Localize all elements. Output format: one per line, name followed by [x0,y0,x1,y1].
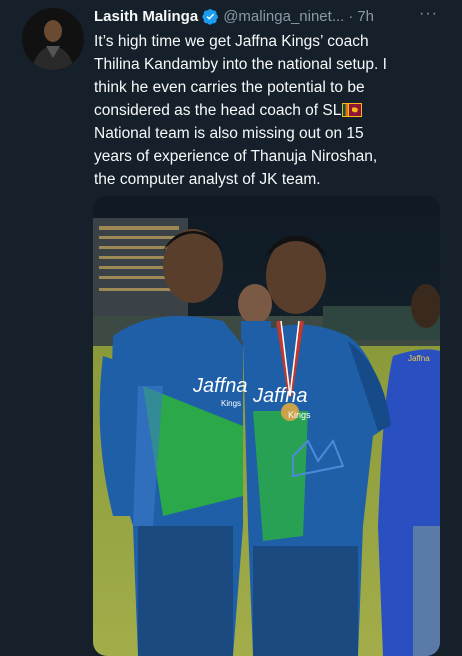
tweet-photo[interactable]: Jaffna Kings Jaffna Kings Jaffna [93,196,440,656]
sri-lanka-flag-icon [342,103,363,117]
author-handle[interactable]: @malinga_ninet... [223,8,344,25]
tweet-line: the computer analyst of JK team. [94,171,321,188]
avatar-image-icon [22,8,84,70]
verified-badge-icon [202,8,219,25]
bg-jersey-text: Jaffna [408,354,430,363]
tweet-line: It’s high time we get Jaffna Kings’ coac… [94,33,369,50]
jersey-text-left: Jaffna [192,375,247,397]
photo-two-men-jaffna-kings-jerseys: Jaffna Kings Jaffna Kings Jaffna [93,196,440,656]
jersey-sub-left: Kings [221,399,241,408]
tweet-header: Lasith Malinga @malinga_ninet... · 7h ··… [94,5,452,27]
tweet-line: Thilina Kandamby into the national setup… [94,56,387,73]
more-options-icon[interactable]: ··· [419,5,438,23]
profile-avatar[interactable] [22,8,84,70]
tweet-line: National team is also missing out on 15 [94,125,364,142]
jersey-text-right: Jaffna [252,385,307,407]
tweet-line: considered as the head coach of SL [94,102,342,119]
tweet-timestamp[interactable]: 7h [357,8,374,25]
jersey-sub-right: Kings [288,410,311,420]
tweet-line: think he even carries the potential to b… [94,79,365,96]
author-name[interactable]: Lasith Malinga [94,8,198,25]
tweet-line: years of experience of Thanuja Niroshan, [94,148,378,165]
tweet-line-with-flag: considered as the head coach of SL [94,99,452,122]
header-separator: · [348,7,354,25]
tweet-body: It’s high time we get Jaffna Kings’ coac… [94,30,452,191]
